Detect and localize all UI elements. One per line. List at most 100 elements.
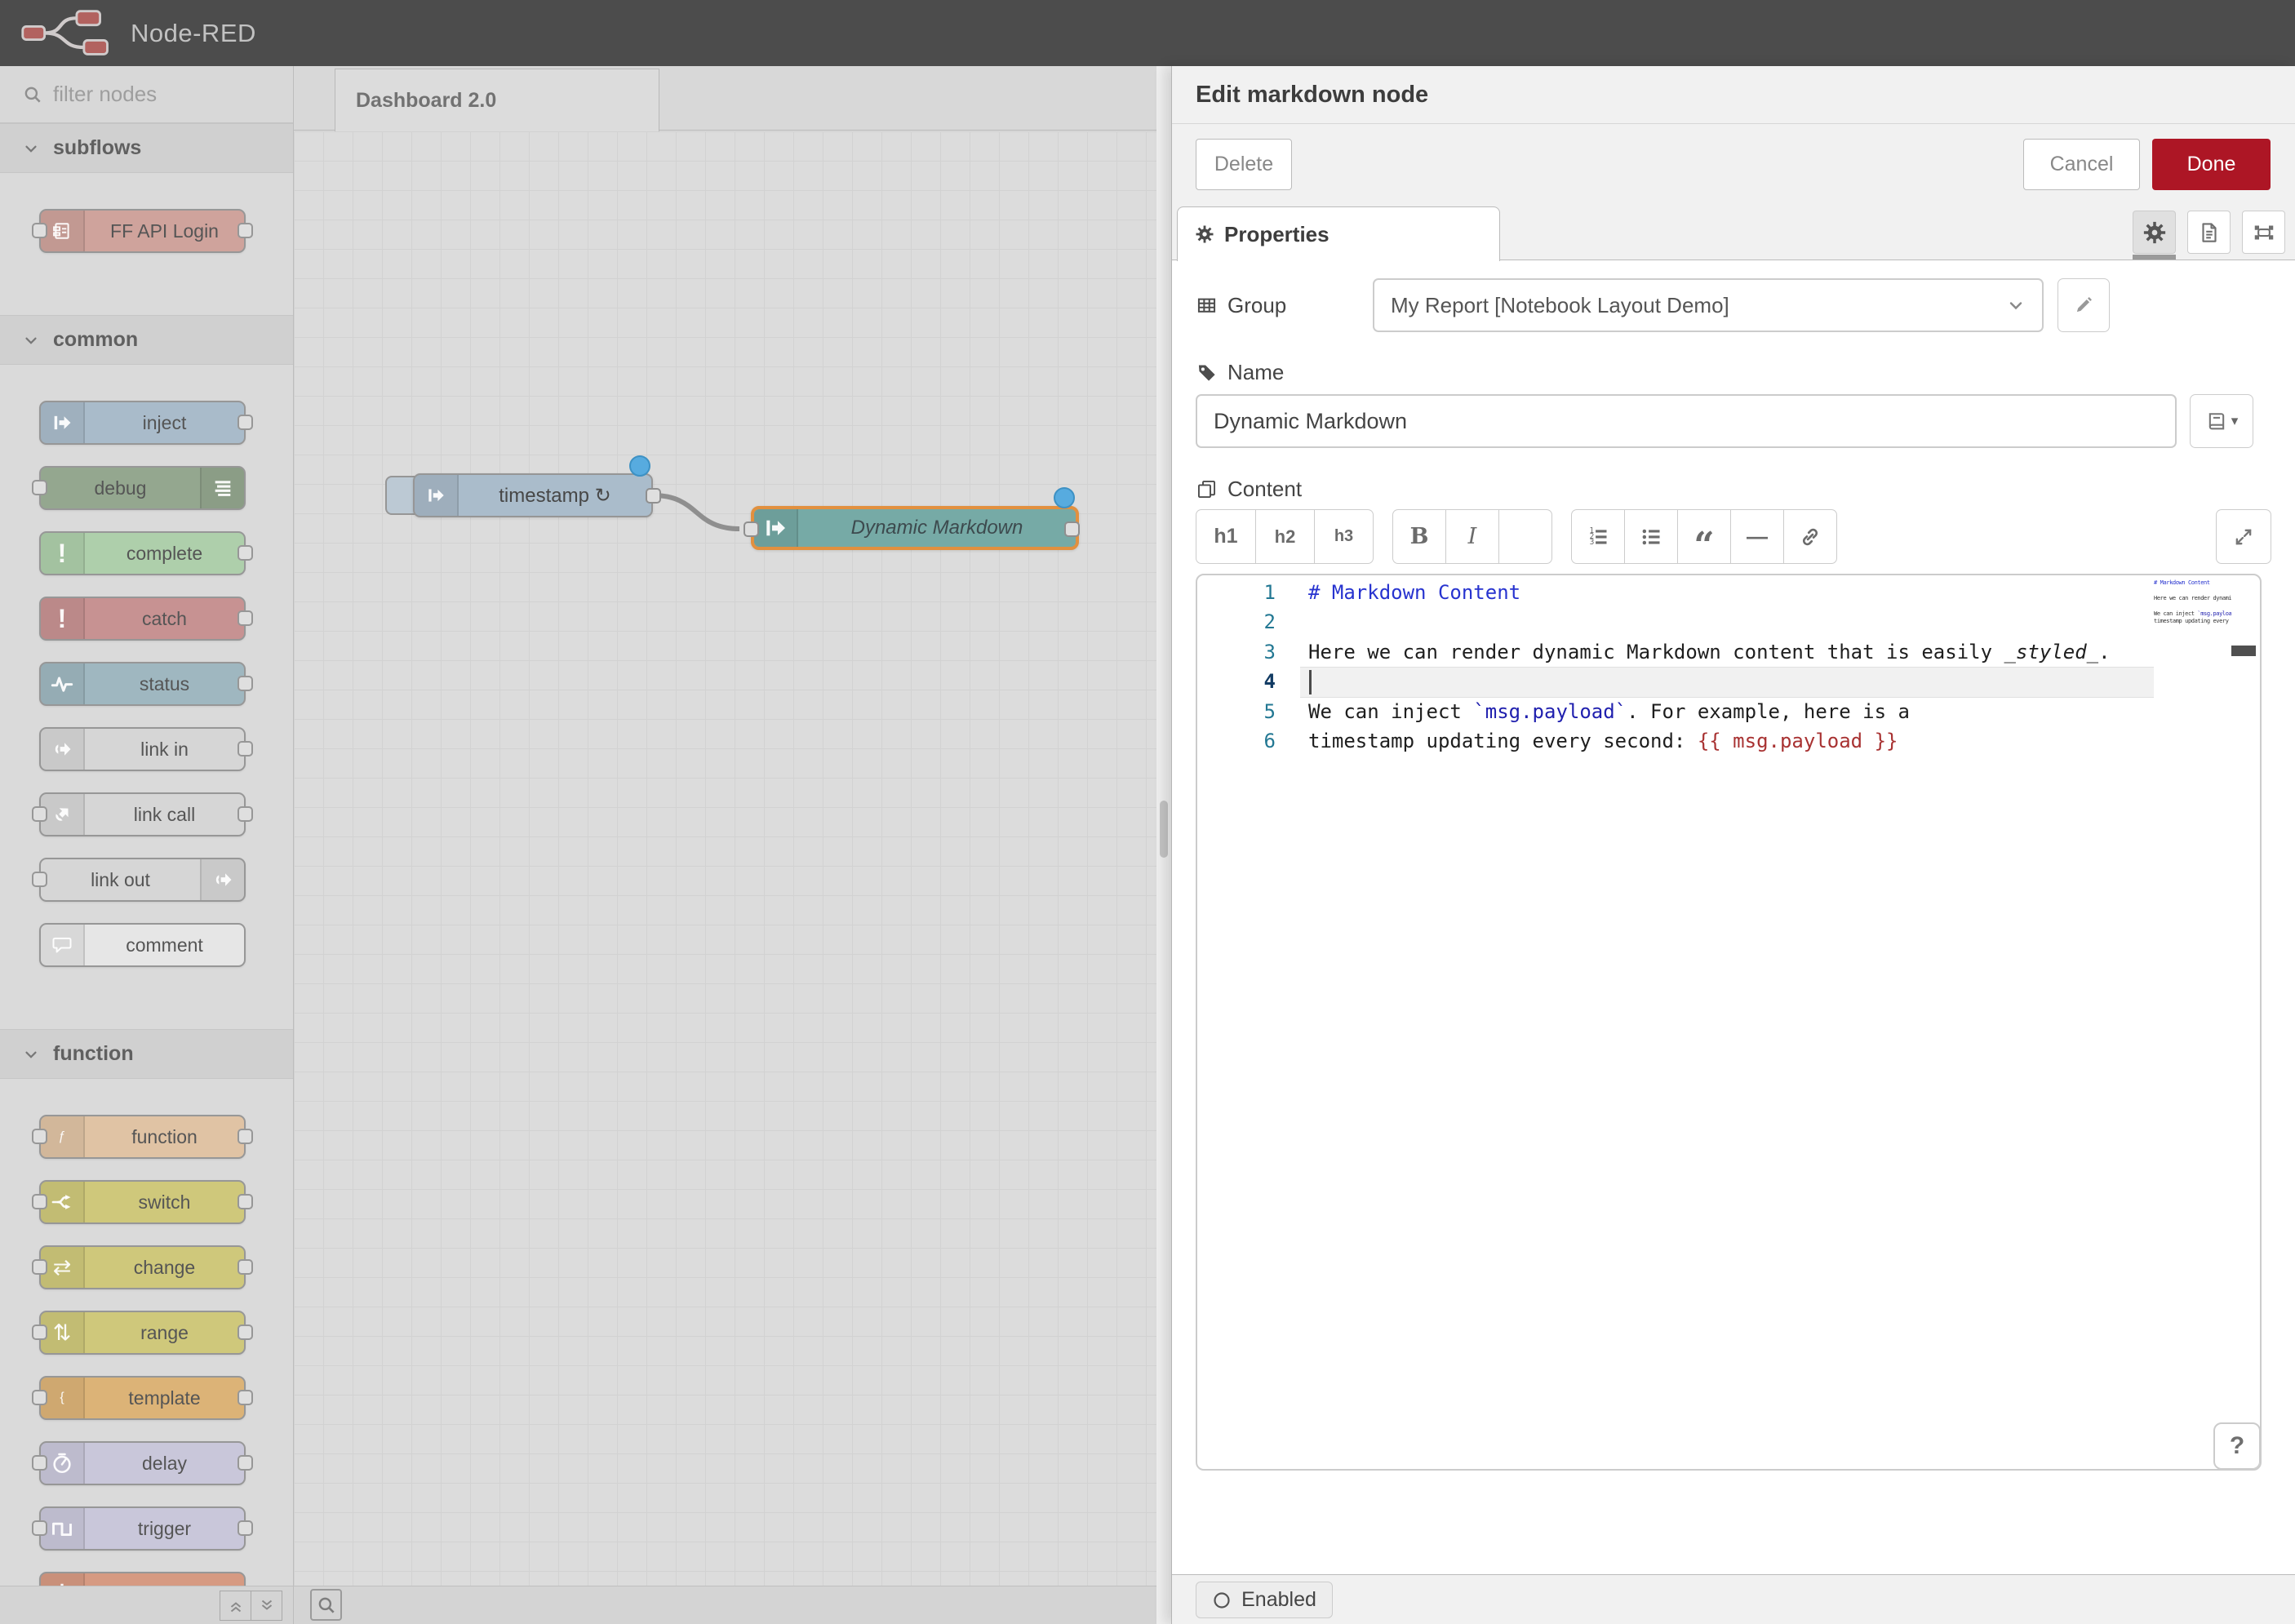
input-port — [32, 1520, 47, 1536]
palette-node-trigger[interactable]: trigger — [39, 1506, 246, 1551]
expand-icon — [2233, 526, 2254, 548]
node-timestamp-label: timestamp ↻ — [459, 475, 651, 516]
name-input[interactable] — [1196, 394, 2177, 448]
input-port — [32, 1390, 47, 1405]
palette-node-link-out[interactable]: link out — [39, 858, 246, 902]
palette-node-status[interactable]: status — [39, 662, 246, 706]
doc-tab-button[interactable] — [2187, 211, 2231, 254]
delete-button[interactable]: Delete — [1196, 139, 1292, 190]
md-i-button[interactable]: I — [1445, 509, 1499, 564]
code-line-1: # Markdown Content — [1300, 578, 2154, 607]
dbl-chevron-down-button[interactable] — [251, 1591, 282, 1621]
md-ol-list-button[interactable]: 123 — [1571, 509, 1625, 564]
palette-node-label: change — [85, 1247, 244, 1288]
palette-node-link-in[interactable]: link in — [39, 727, 246, 771]
pencil-icon — [2073, 295, 2094, 316]
inject-arrow-icon — [425, 485, 446, 506]
palette-node-comment[interactable]: comment — [39, 923, 246, 967]
canvas-search-button[interactable] — [310, 1589, 342, 1621]
output-port — [237, 1520, 253, 1536]
input-port — [32, 223, 47, 238]
md-code-button[interactable] — [1498, 509, 1552, 564]
node-timestamp[interactable]: timestamp ↻ — [413, 473, 653, 517]
palette-filter[interactable] — [0, 66, 293, 123]
wire[interactable] — [653, 495, 739, 529]
palette-node-inject[interactable]: inject — [39, 401, 246, 445]
palette-node-catch[interactable]: !catch — [39, 597, 246, 641]
name-row: ▾ — [1196, 394, 2271, 448]
md-h3-button[interactable]: h3 — [1314, 509, 1374, 564]
palette-node-label: delay — [85, 1443, 244, 1484]
line-number: 6 — [1197, 726, 1300, 756]
done-button[interactable]: Done — [2152, 139, 2271, 190]
md-ul-list-button[interactable] — [1624, 509, 1678, 564]
dbl-chevron-down-icon — [257, 1596, 277, 1616]
dbl-chevron-up-button[interactable] — [220, 1591, 251, 1621]
palette-node-debug[interactable]: debug — [39, 466, 246, 510]
group-select[interactable]: My Report [Notebook Layout Demo] — [1373, 278, 2044, 332]
editor-minimap[interactable]: # Markdown ContentHere we can render dyn… — [2154, 579, 2231, 625]
palette-category-function[interactable]: function — [0, 1029, 293, 1079]
edit-group-button[interactable] — [2058, 278, 2110, 332]
md-expand-button[interactable] — [2216, 509, 2271, 564]
palette-node-ff-api-login[interactable]: FF API Login — [39, 209, 246, 253]
palette-node-link-call[interactable]: link call — [39, 792, 246, 836]
palette-node-label: FF API Login — [85, 211, 244, 251]
palette-node-range[interactable]: ⇅range — [39, 1311, 246, 1355]
tab-dashboard-2-0[interactable]: Dashboard 2.0 — [335, 69, 659, 131]
minimap-line — [2154, 587, 2231, 594]
palette-node-function[interactable]: ƒfunction — [39, 1115, 246, 1159]
markdown-input-port[interactable] — [744, 521, 759, 537]
doc-icon — [2197, 220, 2222, 245]
md-b-button[interactable]: B — [1392, 509, 1446, 564]
tray-footer: Enabled — [1172, 1574, 2295, 1624]
tag-icon — [1196, 362, 1218, 384]
palette-category-subflows[interactable]: subflows — [0, 123, 293, 173]
palette-node-label: inject — [85, 402, 244, 443]
canvas-scrollbar-thumb[interactable] — [1160, 801, 1168, 858]
minimap-line: timestamp updating every second: {{ msg.… — [2154, 618, 2231, 625]
palette-node-label: catch — [85, 598, 244, 639]
tray-tab-row: Properties — [1172, 205, 2295, 260]
enabled-toggle-button[interactable]: Enabled — [1196, 1582, 1333, 1618]
cancel-button[interactable]: Cancel — [2023, 139, 2140, 190]
palette-category-body: FF API Login — [0, 173, 293, 315]
markdown-output-port[interactable] — [1064, 521, 1080, 537]
caret-down-icon: ▾ — [2231, 413, 2239, 429]
node-dynamic-markdown[interactable]: Dynamic Markdown — [751, 506, 1079, 550]
pages-icon — [1196, 478, 1218, 500]
exclamation-icon: ! — [58, 539, 67, 569]
tab-properties[interactable]: Properties — [1177, 206, 1500, 261]
palette-node-label: template — [85, 1378, 244, 1418]
editor-cursor — [1309, 670, 1312, 694]
filter-nodes-input[interactable] — [53, 82, 249, 107]
palette-node-switch[interactable]: switch — [39, 1180, 246, 1224]
switch-icon — [51, 1191, 73, 1214]
md-chain-button[interactable] — [1783, 509, 1837, 564]
palette-node-complete[interactable]: !complete — [39, 531, 246, 575]
search-icon — [316, 1595, 337, 1616]
flow-workspace[interactable]: timestamp ↻ Dynamic Markdown — [294, 131, 1156, 1586]
editor-help-button[interactable]: ? — [2213, 1422, 2261, 1470]
palette-node-delay[interactable]: delay — [39, 1441, 246, 1485]
md-quote-button[interactable]: “ — [1677, 509, 1731, 564]
md-hr-button[interactable]: — — [1730, 509, 1784, 564]
palette-category-common[interactable]: common — [0, 315, 293, 365]
input-port — [32, 1324, 47, 1340]
palette-node-template[interactable]: {template — [39, 1376, 246, 1420]
name-type-button[interactable]: ▾ — [2190, 394, 2253, 448]
palette-node-change[interactable]: ⇄change — [39, 1245, 246, 1289]
circle-icon — [1212, 1591, 1232, 1610]
timestamp-output-port[interactable] — [646, 488, 661, 504]
gear-tab-button[interactable] — [2133, 211, 2176, 254]
markdown-editor[interactable]: 123456 # Markdown ContentHere we can ren… — [1196, 574, 2262, 1471]
book-icon — [2205, 410, 2228, 433]
canvas-scrollbar[interactable] — [1156, 66, 1171, 1624]
code-line-6: timestamp updating every second: {{ msg.… — [1300, 726, 2154, 756]
md-h2-button[interactable]: h2 — [1255, 509, 1315, 564]
md-h1-button[interactable]: h1 — [1196, 509, 1256, 564]
arrow-in-icon — [51, 411, 73, 434]
node-appearance-tab-button[interactable] — [2242, 211, 2285, 254]
palette-category-body: ƒfunction switch ⇄change ⇅range {template del… — [0, 1079, 293, 1624]
function-f-icon: ƒ — [59, 1129, 66, 1144]
